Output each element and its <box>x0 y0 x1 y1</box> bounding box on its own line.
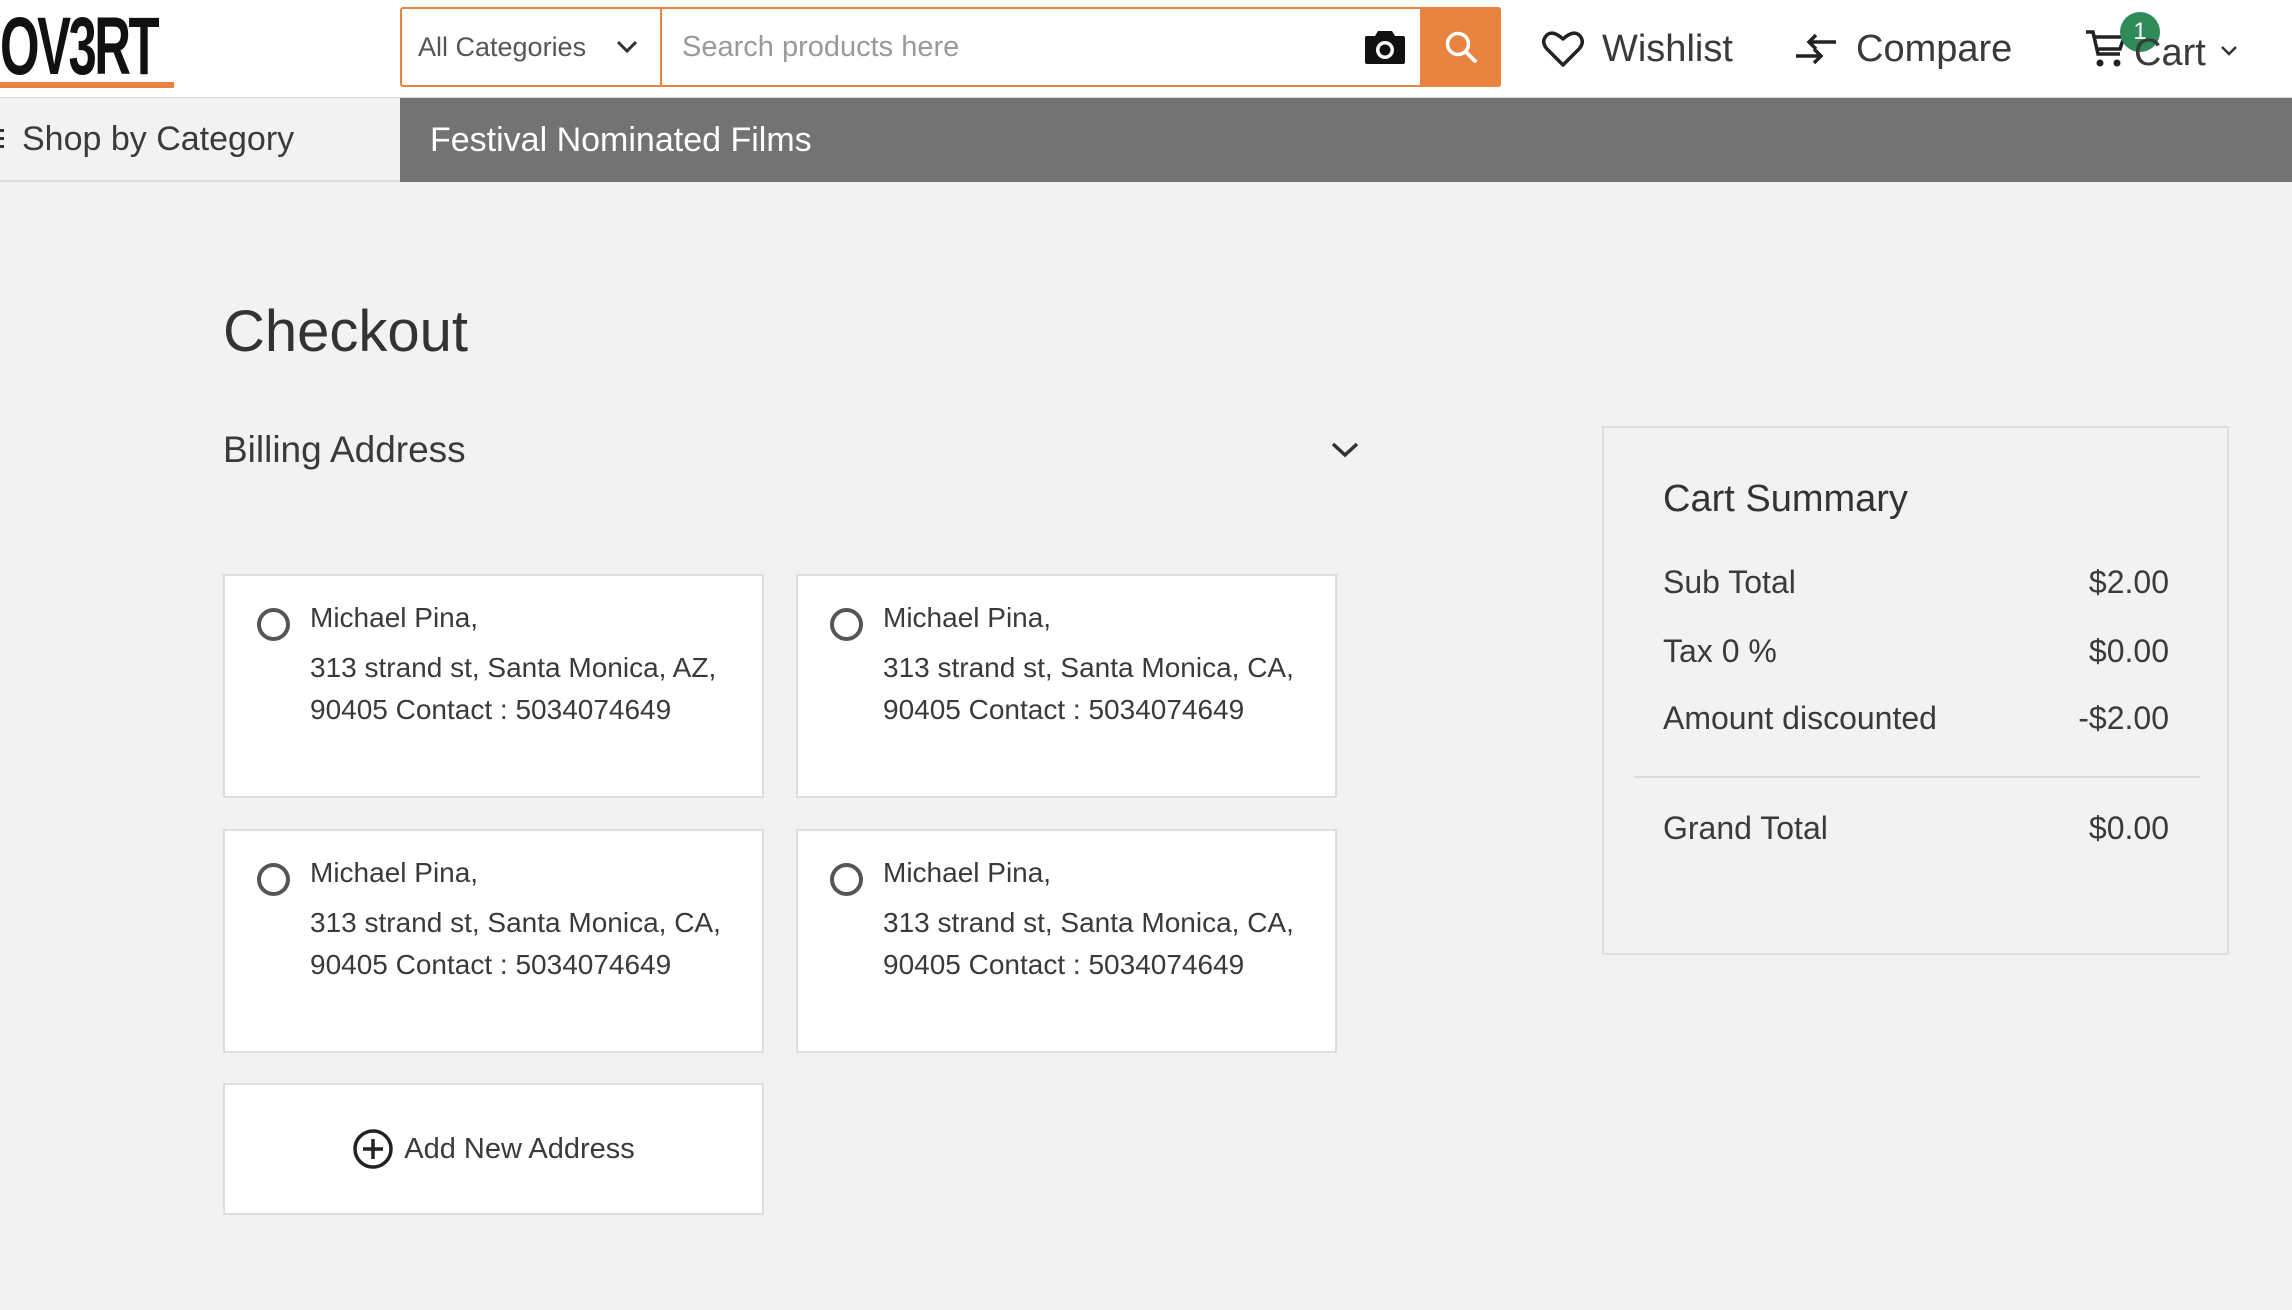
category-select-value: All Categories <box>418 31 587 62</box>
compare-label: Compare <box>1856 27 2013 70</box>
cart-summary-panel: Cart Summary Sub Total $2.00 Tax 0 % $0.… <box>1602 426 2229 955</box>
image-search-button[interactable] <box>1350 9 1420 85</box>
summary-value: $0.00 <box>2088 633 2169 669</box>
compare-link[interactable]: Compare <box>1794 0 2012 98</box>
summary-value: $2.00 <box>2088 564 2169 600</box>
grand-total-value: $0.00 <box>2088 810 2169 846</box>
address-street: 313 strand st, Santa Monica, CA, <box>883 652 1294 683</box>
address-zip-contact: 90405 Contact : 5034074649 <box>310 949 672 980</box>
category-select[interactable]: All Categories <box>402 9 662 85</box>
shop-by-category-button[interactable]: Shop by Category <box>0 98 400 182</box>
search-icon <box>1444 30 1478 64</box>
cart-summary-title: Cart Summary <box>1663 478 1908 520</box>
chevron-down-icon <box>1330 441 1360 459</box>
summary-row-tax: Tax 0 % $0.00 <box>1663 633 2169 670</box>
compare-arrows-icon <box>1794 32 1838 66</box>
search-input[interactable] <box>662 9 1350 85</box>
summary-divider <box>1634 776 2200 778</box>
cart-icon: 1 <box>2084 12 2160 70</box>
summary-label: Tax 0 % <box>1663 633 1777 669</box>
address-street: 313 strand st, Santa Monica, CA, <box>883 907 1294 938</box>
summary-row-subtotal: Sub Total $2.00 <box>1663 564 2169 601</box>
address-card[interactable]: Michael Pina, 313 strand st, Santa Monic… <box>223 829 764 1053</box>
address-name: Michael Pina, <box>310 602 479 633</box>
address-zip-contact: 90405 Contact : 5034074649 <box>310 694 672 725</box>
logo-text: OV3RT <box>0 1 160 92</box>
camera-icon <box>1364 29 1406 65</box>
address-name: Michael Pina, <box>310 857 479 888</box>
address-street: 313 strand st, Santa Monica, CA, <box>310 907 721 938</box>
address-radio[interactable] <box>830 863 863 896</box>
summary-label: Sub Total <box>1663 564 1796 600</box>
page-title: Checkout <box>223 299 469 364</box>
site-logo[interactable]: OV3RT <box>0 0 180 98</box>
chevron-down-icon <box>2220 45 2238 57</box>
wishlist-label: Wishlist <box>1602 27 1733 70</box>
cart-label: Cart <box>2134 31 2206 74</box>
nav-link-festival-nominated-films[interactable]: Festival Nominated Films <box>430 98 812 182</box>
address-card[interactable]: Michael Pina, 313 strand st, Santa Monic… <box>223 574 764 798</box>
summary-label: Amount discounted <box>1663 700 1937 736</box>
chevron-down-icon <box>616 40 638 54</box>
menu-icon <box>0 127 6 151</box>
search-bar: All Categories <box>400 7 1501 87</box>
summary-value: -$2.00 <box>2078 700 2169 736</box>
logo-underline <box>0 82 174 88</box>
billing-address-title: Billing Address <box>223 429 466 470</box>
address-radio[interactable] <box>257 608 290 641</box>
address-zip-contact: 90405 Contact : 5034074649 <box>883 949 1245 980</box>
wishlist-link[interactable]: Wishlist <box>1542 0 1733 98</box>
summary-row-grand-total: Grand Total $0.00 <box>1663 810 2169 847</box>
address-name: Michael Pina, <box>883 857 1052 888</box>
site-header: OV3RT All Categories Search products her… <box>0 0 2292 98</box>
address-name: Michael Pina, <box>883 602 1052 633</box>
address-radio[interactable] <box>257 863 290 896</box>
summary-row-discount: Amount discounted -$2.00 <box>1663 700 2169 737</box>
add-new-address-label: Add New Address <box>404 1132 635 1165</box>
billing-address-toggle[interactable]: Billing Address <box>223 420 1363 480</box>
address-street: 313 strand st, Santa Monica, AZ, <box>310 652 717 683</box>
address-card[interactable]: Michael Pina, 313 strand st, Santa Monic… <box>796 574 1337 798</box>
address-zip-contact: 90405 Contact : 5034074649 <box>883 694 1245 725</box>
cart-link[interactable]: 1 Cart <box>2084 0 2238 98</box>
grand-total-label: Grand Total <box>1663 810 1828 846</box>
address-radio[interactable] <box>830 608 863 641</box>
plus-circle-icon <box>352 1128 394 1170</box>
heart-icon <box>1542 30 1584 68</box>
category-navbar: Shop by Category Festival Nominated Film… <box>0 98 2292 182</box>
shop-by-category-label: Shop by Category <box>22 119 295 158</box>
add-new-address-button[interactable]: Add New Address <box>223 1083 764 1215</box>
address-card[interactable]: Michael Pina, 313 strand st, Santa Monic… <box>796 829 1337 1053</box>
search-button[interactable] <box>1420 7 1501 87</box>
